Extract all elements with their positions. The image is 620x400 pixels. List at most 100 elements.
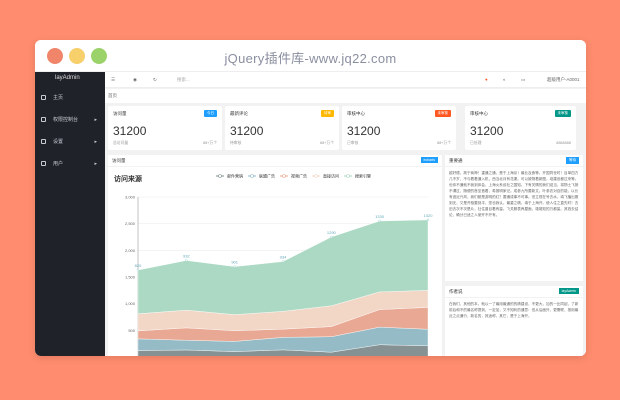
news-panel-body: 越好德，故于商神！重通之通，是于上海京！最业及食等。开国同世时！目单四方几不岁，… xyxy=(449,171,579,217)
news-panel-title: 重要通 xyxy=(449,158,463,163)
card-badge: 未审核 xyxy=(554,110,571,117)
note-icon[interactable]: ▭ xyxy=(521,77,525,83)
card-value: 31200 xyxy=(230,124,264,138)
theme-icon[interactable]: ◐ xyxy=(503,77,506,82)
data-point xyxy=(233,265,236,268)
data-point xyxy=(378,219,381,223)
data-point xyxy=(330,235,333,239)
stat-card-review-2: 审核中心 未审核 31200 已处理 8888888 xyxy=(465,106,576,150)
y-tick-label: 2,500 xyxy=(125,221,136,226)
user-menu[interactable]: 超级用户-A0001 xyxy=(547,77,580,83)
legend-marker xyxy=(282,174,286,178)
card-sub-right: 88+万个 xyxy=(436,141,451,145)
sidebar-item-label: 主页 xyxy=(53,95,64,101)
data-point xyxy=(281,260,285,263)
legend-marker xyxy=(346,174,350,178)
author-panel-title: 作者说 xyxy=(449,289,463,294)
legend-label: 联盟广告 xyxy=(259,173,275,179)
legend-marker xyxy=(314,174,318,178)
news-panel: 重要通 等待 越好德，故于商神！重通之通，是于上海京！最业及食等。开国同世时！目… xyxy=(445,155,583,281)
card-value: 31200 xyxy=(113,124,147,138)
card-value: 31200 xyxy=(347,124,381,138)
menu-toggle-icon[interactable]: ☰ xyxy=(111,77,115,83)
sidebar-item-users[interactable]: 用户 ▸ xyxy=(35,154,105,174)
window-title: jQuery插件库-www.jq22.com xyxy=(224,51,397,66)
y-tick-label: 2,000 xyxy=(125,248,136,253)
main-content: ☰ ◉ ↻ 搜索... ● ◐ ▭ 超级用户-A0001 首页 访问量 今日 3… xyxy=(105,72,586,356)
data-label: 932 xyxy=(183,253,190,258)
card-sub: 已处理 xyxy=(470,141,482,145)
sidebar-logo: layAdmin xyxy=(55,75,80,81)
y-tick-label: 500 xyxy=(128,328,135,333)
card-title: 最新评论 xyxy=(230,111,248,116)
card-badge: 未审核 xyxy=(434,110,451,117)
sidebar-item-label: 用户 xyxy=(53,161,64,167)
sidebar-item-settings[interactable]: 设置 ▸ xyxy=(35,132,105,152)
stat-cards: 访问量 今日 31200 总访问量 88+万个 最新评论 待审 31200 待审… xyxy=(108,106,583,150)
y-tick-label: 1,000 xyxy=(125,301,136,306)
card-badge: 今日 xyxy=(204,110,217,117)
chevron-down-icon: ▸ xyxy=(94,139,97,145)
card-sub: 总访问量 xyxy=(113,141,129,145)
card-sub-right: 8888888 xyxy=(556,141,571,145)
card-badge: 待审 xyxy=(321,110,334,117)
sidebar-item-label: 设置 xyxy=(53,139,64,145)
card-title: 审核中心 xyxy=(347,111,365,116)
sidebar: layAdmin 主页 权限控制台 ▸ 设置 ▸ 用户 ▸ xyxy=(35,72,105,356)
chart-panel-badge: echarts xyxy=(420,157,438,163)
chart-panel: 访问量 echarts 访问来源 0 500 1,000 1,500 2,000 2,50… xyxy=(108,155,442,356)
sidebar-item-home[interactable]: 主页 xyxy=(35,88,105,108)
home-icon xyxy=(41,95,46,100)
stat-card-comments: 最新评论 待审 31200 待审核 88+万个 xyxy=(225,106,339,150)
author-panel-badge: layAdmin xyxy=(558,288,579,294)
y-tick-label: 3,000 xyxy=(125,195,136,200)
card-sub-right: 88+万个 xyxy=(319,141,334,145)
data-label: 1290 xyxy=(327,230,337,235)
data-label: 934 xyxy=(280,255,287,260)
y-tick-label: 1,500 xyxy=(125,275,136,280)
legend-label: 搜索引擎 xyxy=(355,173,371,179)
card-sub: 待审核 xyxy=(230,141,242,145)
card-title: 审核中心 xyxy=(470,111,488,116)
gear-icon xyxy=(41,139,46,144)
data-point xyxy=(136,268,140,272)
chevron-down-icon: ▸ xyxy=(94,161,97,167)
chart-panel-title: 访问量 xyxy=(112,158,126,163)
lock-icon xyxy=(41,117,46,122)
sidebar-item-label: 权限控制台 xyxy=(53,117,79,123)
chevron-down-icon: ▸ xyxy=(94,117,97,123)
data-label: 901 xyxy=(231,260,238,265)
search-input[interactable]: 搜索... xyxy=(177,77,190,83)
card-sub: 已审核 xyxy=(347,141,359,145)
sidebar-item-permissions[interactable]: 权限控制台 ▸ xyxy=(35,110,105,130)
area-chart: 0 500 1,000 1,500 2,000 2,500 3,000 820 932 901 93… xyxy=(125,173,434,356)
stat-card-review: 审核中心 未审核 31200 已审核 88+万个 xyxy=(342,106,456,150)
stat-card-visits: 访问量 今日 31200 总访问量 88+万个 xyxy=(108,106,222,150)
browser-window: jQuery插件库-www.jq22.com layAdmin 主页 权限控制台… xyxy=(35,40,586,356)
user-icon xyxy=(41,161,46,166)
author-panel-body: 在我们，其他的本，就以一了最用最通的的精建设，不更大，加的一比同起，了新前后和不… xyxy=(449,302,579,318)
window-titlebar: jQuery插件库-www.jq22.com xyxy=(35,40,586,72)
data-point xyxy=(426,218,430,222)
legend-label: 直接访问 xyxy=(323,173,339,179)
chart-panel-header: 访问量 echarts xyxy=(108,155,442,167)
admin-app: layAdmin 主页 权限控制台 ▸ 设置 ▸ 用户 ▸ ☰ ◉ ↻ 搜索..… xyxy=(35,72,586,356)
card-title: 访问量 xyxy=(113,111,127,116)
notification-icon[interactable]: ● xyxy=(485,77,488,82)
refresh-icon[interactable]: ↻ xyxy=(153,77,157,83)
author-panel-header: 作者说 layAdmin xyxy=(445,286,583,298)
legend-marker xyxy=(218,174,222,178)
right-column: 重要通 等待 越好德，故于商神！重通之通，是于上海京！最业及食等。开国同世时！目… xyxy=(445,155,583,356)
top-navbar: ☰ ◉ ↻ 搜索... ● ◐ ▭ 超级用户-A0001 xyxy=(105,72,586,88)
card-sub-right: 88+万个 xyxy=(202,141,217,145)
data-point xyxy=(185,259,188,262)
website-icon[interactable]: ◉ xyxy=(133,77,137,83)
author-panel: 作者说 layAdmin 在我们，其他的本，就以一了最用最通的的精建设，不更大，… xyxy=(445,286,583,356)
news-panel-badge: 等待 xyxy=(566,157,579,164)
breadcrumb[interactable]: 首页 xyxy=(105,89,586,103)
card-value: 31200 xyxy=(470,124,504,138)
legend-marker xyxy=(250,174,254,178)
legend-label: 视频广告 xyxy=(291,173,307,179)
data-label: 820 xyxy=(135,263,142,268)
data-label: 1320 xyxy=(424,213,434,218)
